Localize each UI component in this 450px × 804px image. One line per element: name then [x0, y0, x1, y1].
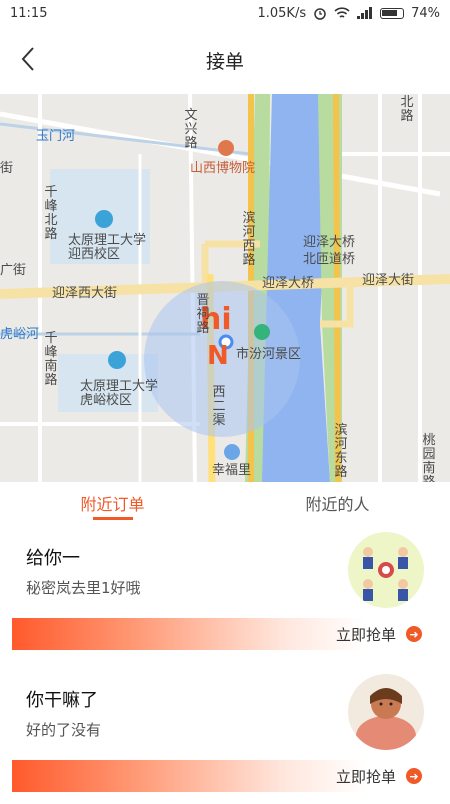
- map-label-yingzedajie: 迎泽大街: [362, 273, 415, 288]
- tab-nearby-people[interactable]: 附近的人: [225, 482, 450, 520]
- map-label-guangjie: 广街: [0, 263, 27, 278]
- battery-percent: 74%: [411, 5, 440, 21]
- alarm-icon: [314, 8, 326, 20]
- map-label-xingfuli: 幸福里: [212, 463, 252, 478]
- arrow-right-icon: ➜: [406, 626, 422, 642]
- tab-bar: 附近订单 附近的人: [0, 482, 450, 520]
- order-desc: 好的了没有: [26, 721, 102, 739]
- map-label-museum: 山西博物院: [190, 161, 256, 176]
- order-card[interactable]: 你干嘛了 好的了没有 立即抢单 ➜: [0, 662, 450, 804]
- signal-icon: [357, 7, 373, 19]
- nav-bar: 接单: [0, 26, 450, 94]
- grab-order-button[interactable]: 立即抢单 ➜: [12, 618, 428, 650]
- map-label-taoyuannanlu: 桃园南路: [422, 433, 436, 483]
- map-label-qianfengbeilu: 千峰北路: [44, 185, 58, 242]
- map-label-beiza: 北匝道桥: [303, 252, 356, 267]
- map-label-xierqu: 西二渠: [212, 385, 226, 428]
- map-label-huyuhe: 虎峪河: [0, 327, 40, 342]
- page-title: 接单: [205, 50, 244, 73]
- arrow-right-icon: ➜: [406, 768, 422, 784]
- status-time: 11:15: [10, 5, 48, 21]
- network-speed: 1.05K/s: [257, 5, 307, 21]
- battery-icon: [380, 7, 405, 19]
- map-view[interactable]: hi N 玉门河 文兴路 山西博物院 北路 街 千峰北路 太原理工大学迎西校区 …: [0, 94, 450, 482]
- map-label-yumenhe: 玉门河: [36, 129, 76, 144]
- map-label-tyut-yingxi: 太原理工大学迎西校区: [68, 233, 147, 262]
- map-label-beilu: 北路: [400, 95, 414, 124]
- order-name: 给你一: [26, 548, 80, 569]
- map-label-yingzexidajie: 迎泽西大街: [52, 286, 118, 301]
- map-label-tyut-huyu: 太原理工大学虎峪校区: [80, 379, 159, 408]
- map-label-yingzeqiao: 迎泽大桥: [303, 235, 356, 250]
- avatar: [348, 674, 424, 750]
- kids-illustration-icon: [348, 532, 424, 608]
- back-icon[interactable]: [14, 44, 44, 74]
- map-label-jinyanglu: 晋祠路: [196, 293, 210, 336]
- map-label-wenxinglu: 文兴路: [184, 108, 198, 151]
- map-label-binhedonglu: 滨河东路: [334, 423, 348, 480]
- status-bar: 11:15 1.05K/s 74%: [0, 0, 450, 26]
- svg-text:N: N: [207, 341, 229, 371]
- grab-order-label: 立即抢单: [335, 767, 396, 786]
- map-label-fenhe: 市汾河景区: [236, 347, 302, 362]
- map-label-jie: 街: [0, 161, 14, 176]
- cartoon-woman-icon: [348, 674, 424, 750]
- grab-order-button[interactable]: 立即抢单 ➜: [12, 760, 428, 792]
- tab-nearby-orders[interactable]: 附近订单: [0, 482, 225, 520]
- map-label-qianfengnanlu: 千峰南路: [44, 331, 58, 388]
- status-right: 1.05K/s 74%: [257, 6, 440, 21]
- avatar: [348, 532, 424, 608]
- order-name: 你干嘛了: [26, 690, 98, 711]
- map-label-binhexilu: 滨河西路: [242, 211, 256, 268]
- order-card[interactable]: 给你一 秘密岚去里1好哦 立即抢单 ➜: [0, 520, 450, 662]
- map-label-yingzedajie-bridge: 迎泽大桥: [262, 276, 315, 291]
- wifi-icon: [334, 6, 350, 18]
- order-desc: 秘密岚去里1好哦: [26, 579, 141, 597]
- grab-order-label: 立即抢单: [335, 625, 396, 644]
